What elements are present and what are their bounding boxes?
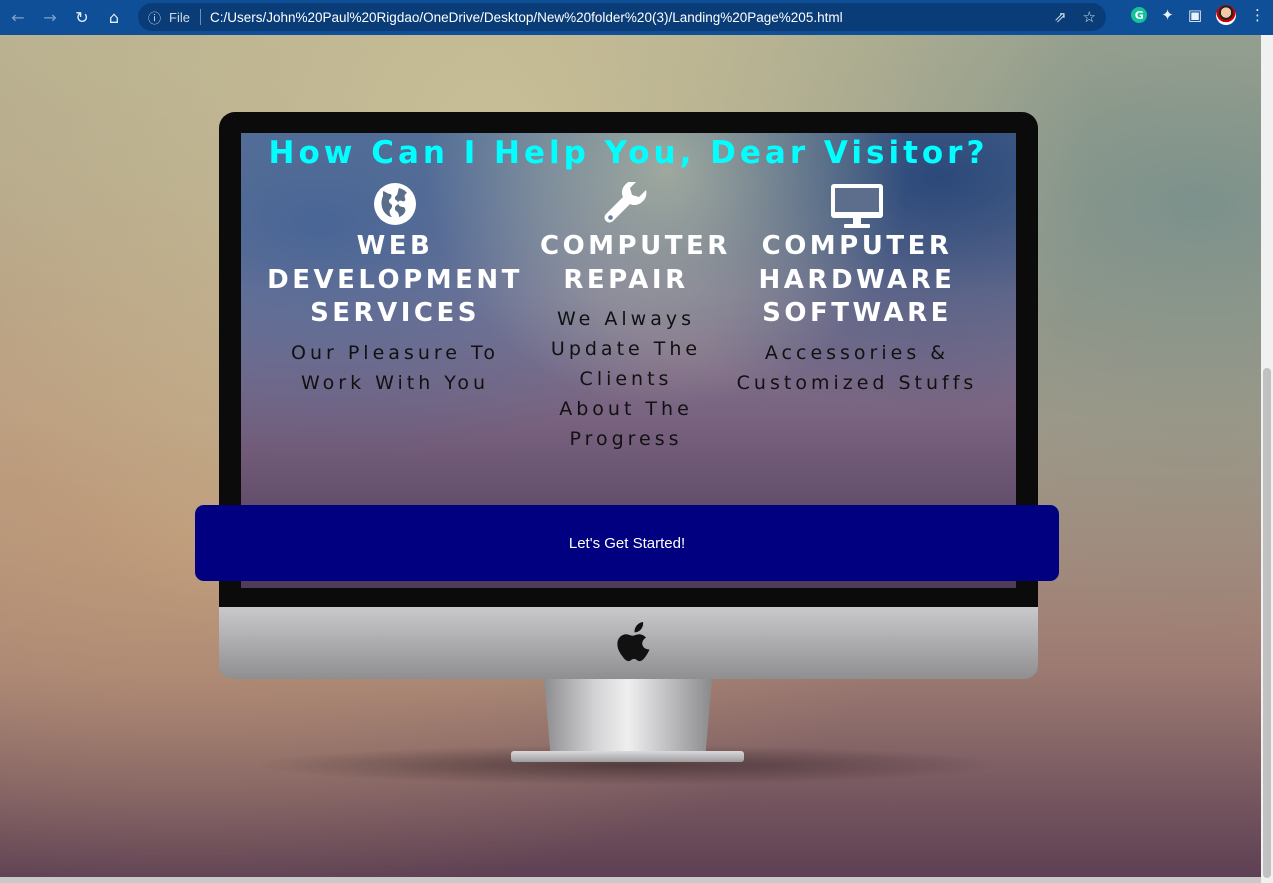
grammarly-extension-icon[interactable]: G xyxy=(1131,7,1148,23)
service-title: Web Development Services xyxy=(267,231,523,328)
service-description: Our Pleasure To Work With You xyxy=(291,341,499,394)
bookmark-star-icon[interactable]: ☆ xyxy=(1083,8,1096,26)
browser-menu-icon[interactable]: ⋮ xyxy=(1250,6,1265,24)
file-scheme-label: File xyxy=(169,9,190,25)
imac-stand-base xyxy=(511,751,744,762)
extension-toolbar: G ✦ ▣ ⋮ xyxy=(1131,5,1265,25)
reload-button[interactable]: ↻ xyxy=(68,4,96,32)
get-started-button[interactable]: Let's Get Started! xyxy=(195,505,1059,581)
service-title: Computer Hardware Software xyxy=(758,231,956,328)
monitor-icon xyxy=(831,184,883,228)
bottom-edge xyxy=(0,877,1261,883)
reload-icon: ↻ xyxy=(75,8,89,27)
service-web-development: Web Development Services Our Pleasure To… xyxy=(262,182,528,398)
site-info-icon[interactable]: ⓘ xyxy=(148,8,161,27)
share-icon[interactable]: ⇗ xyxy=(1054,8,1067,26)
browser-toolbar: ← → ↻ ⌂ ⓘ File C:/Users/John%20Paul%20Ri… xyxy=(0,0,1273,35)
vertical-scrollbar[interactable] xyxy=(1261,35,1273,883)
wrench-icon xyxy=(604,182,647,223)
extensions-puzzle-icon[interactable]: ✦ xyxy=(1161,6,1174,24)
home-button[interactable]: ⌂ xyxy=(100,4,128,32)
globe-icon xyxy=(374,183,416,225)
url-text[interactable]: C:/Users/John%20Paul%20Rigdao/OneDrive/D… xyxy=(210,10,843,25)
service-computer-repair: Computer Repair We Always Update The Cli… xyxy=(540,182,731,454)
service-title: Computer Repair xyxy=(540,231,731,295)
service-description: We Always Update The Clients About The P… xyxy=(550,308,702,450)
arrow-left-icon: ← xyxy=(11,8,25,27)
service-computer-hardware: Computer Hardware Software Accessories &… xyxy=(726,182,988,398)
forward-button[interactable]: → xyxy=(36,4,64,32)
address-bar-actions: ⇗ ☆ xyxy=(1054,8,1096,26)
back-button[interactable]: ← xyxy=(4,4,32,32)
scrollbar-thumb[interactable] xyxy=(1263,368,1271,878)
service-description: Accessories & Customized Stuffs xyxy=(736,341,978,394)
address-bar[interactable]: ⓘ File C:/Users/John%20Paul%20Rigdao/One… xyxy=(138,3,1106,31)
arrow-right-icon: → xyxy=(43,8,57,27)
side-panel-icon[interactable]: ▣ xyxy=(1188,6,1202,24)
address-divider xyxy=(199,9,201,25)
home-icon: ⌂ xyxy=(108,8,120,27)
profile-avatar[interactable] xyxy=(1216,5,1236,25)
page-headline: How Can I Help You, Dear Visitor? xyxy=(268,135,989,171)
imac-stand-neck xyxy=(544,679,712,757)
apple-logo-icon xyxy=(617,622,650,662)
